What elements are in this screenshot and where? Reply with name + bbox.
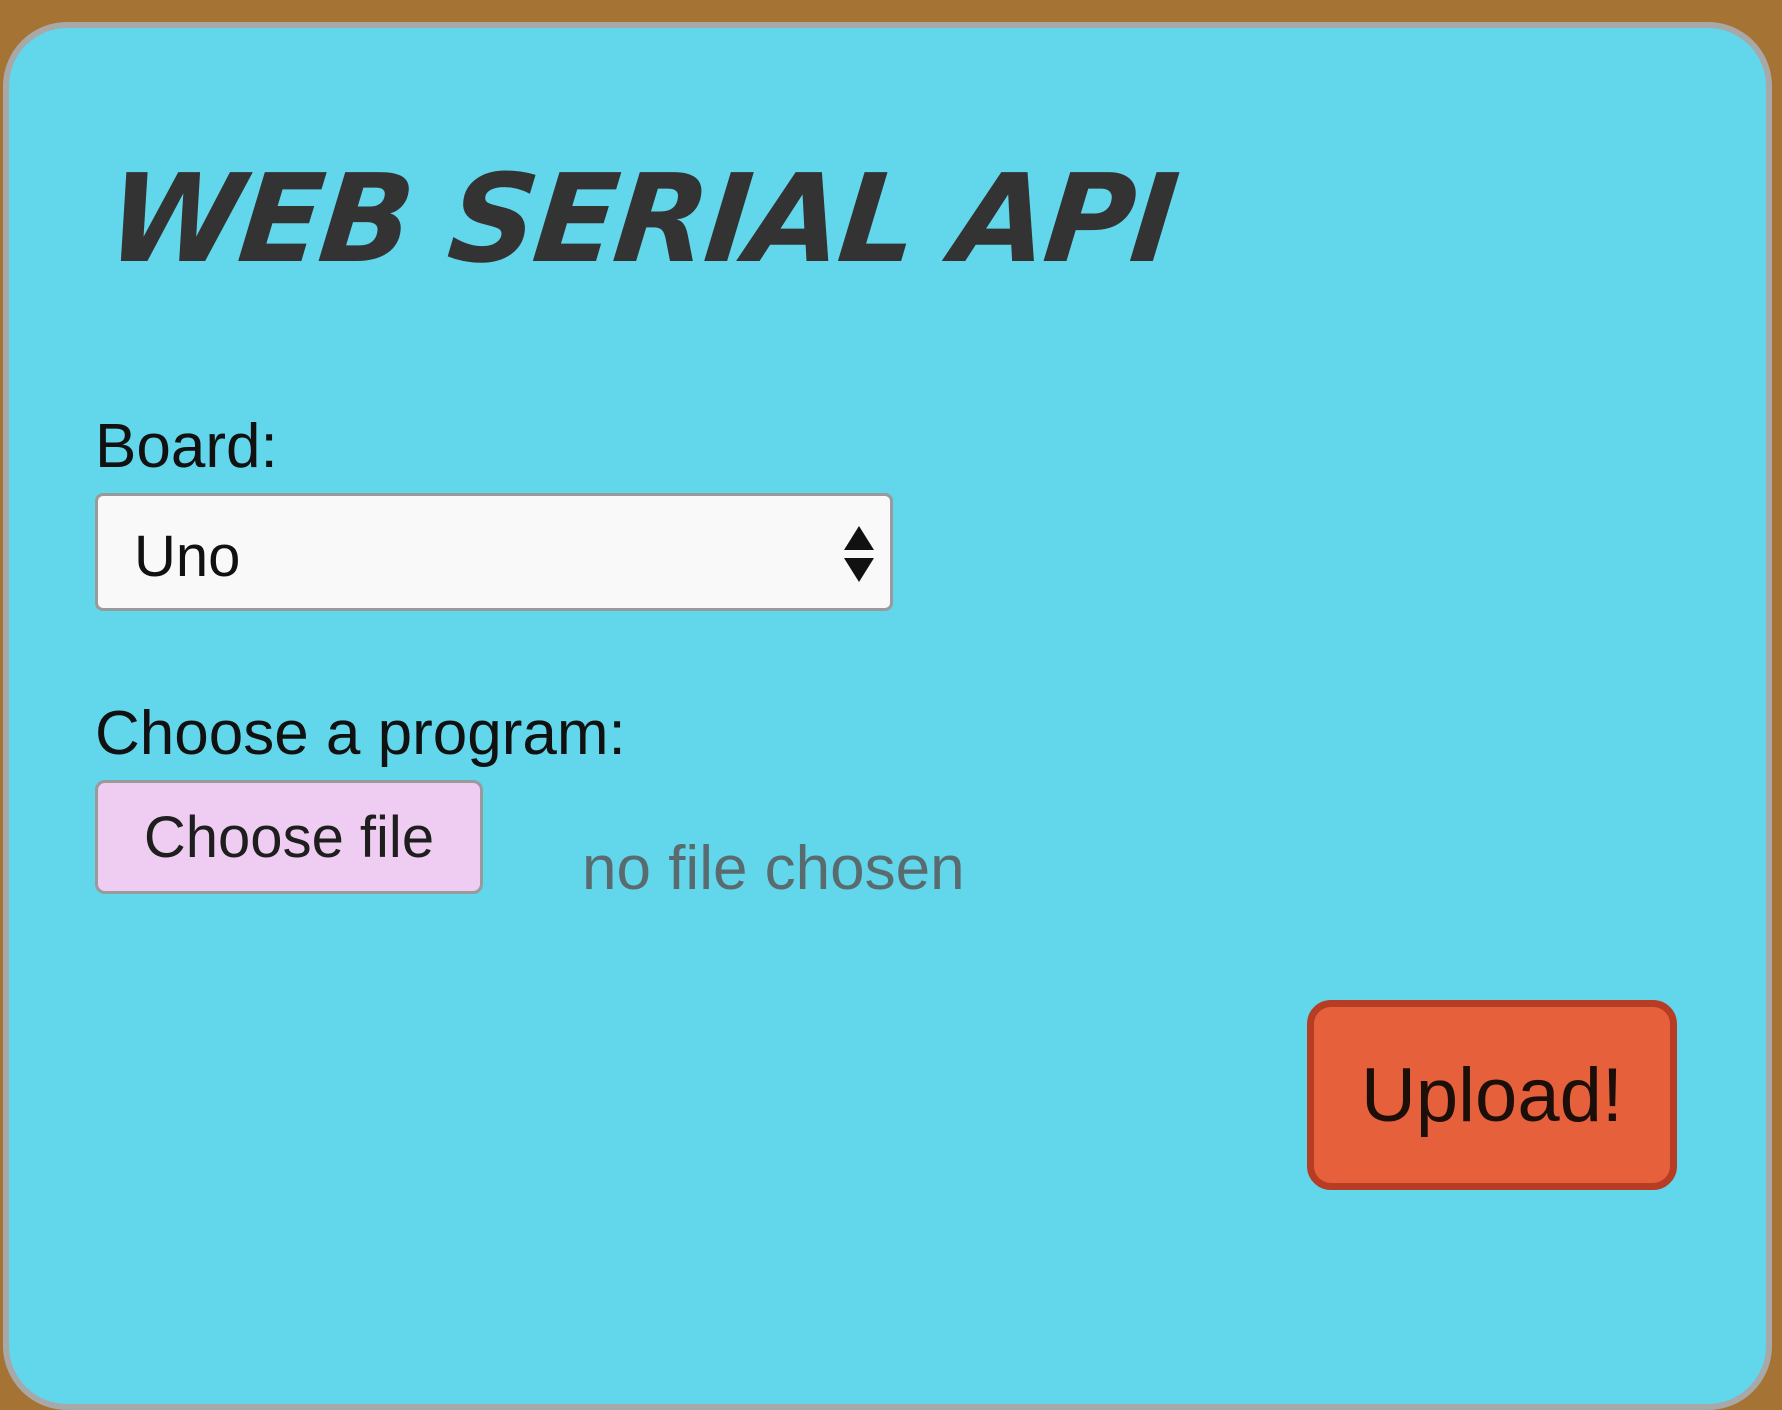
program-label: Choose a program: (95, 699, 626, 768)
upload-button[interactable]: Upload! (1307, 1000, 1677, 1190)
arrow-up-icon (844, 526, 874, 550)
arrow-down-icon (844, 558, 874, 582)
choose-file-button[interactable]: Choose file (95, 780, 483, 894)
main-card: WEB SERIAL API Board: Uno Choose a progr… (3, 22, 1772, 1410)
board-select[interactable]: Uno (95, 493, 893, 611)
board-label: Board: (95, 412, 278, 481)
up-down-arrows-icon (842, 526, 876, 586)
board-select-value: Uno (134, 524, 241, 589)
page-title: WEB SERIAL API (101, 148, 1182, 290)
file-status-text: no file chosen (582, 834, 965, 903)
